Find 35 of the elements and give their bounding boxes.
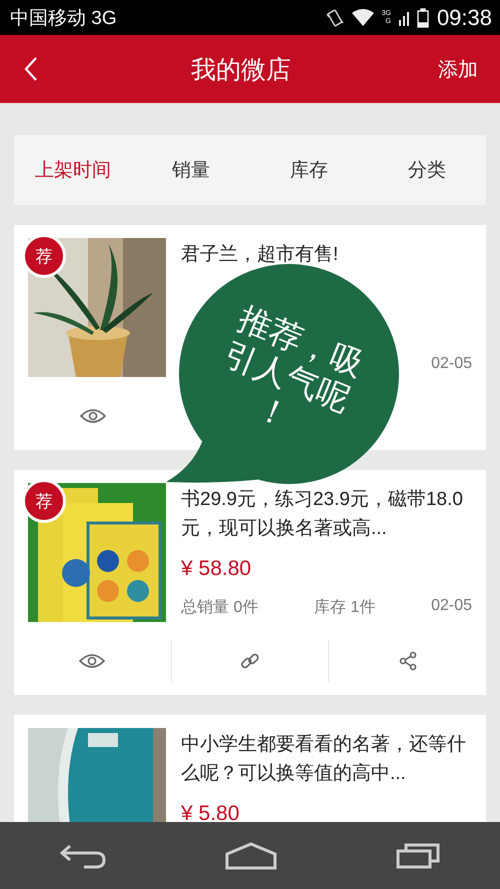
product-price: ¥ 5.80 bbox=[181, 802, 240, 822]
sort-tab[interactable]: 分类 bbox=[368, 135, 486, 205]
sort-tab[interactable]: 库存 bbox=[250, 135, 368, 205]
recommended-badge: 荐 bbox=[22, 479, 66, 523]
sort-tab[interactable]: 上架时间 bbox=[14, 135, 132, 205]
product-price: ¥ 58.80 bbox=[181, 557, 252, 581]
stock-count: 库存 1件 bbox=[314, 598, 376, 618]
battery-icon bbox=[416, 8, 429, 28]
back-nav-button[interactable] bbox=[60, 842, 106, 868]
view-button[interactable] bbox=[79, 653, 106, 669]
product-title[interactable]: 中小学生都要看看的名著，还等什么呢？可以换等值的高中... bbox=[181, 730, 472, 788]
carrier-name: 中国移动 3G bbox=[10, 6, 118, 30]
callout-text: 推荐，吸引人气呢！ bbox=[218, 298, 370, 437]
wifi-icon bbox=[352, 9, 374, 26]
sort-tab[interactable]: 销量 bbox=[132, 135, 250, 205]
view-button[interactable] bbox=[80, 408, 106, 424]
share-icon bbox=[398, 651, 417, 671]
page-title: 我的微店 bbox=[191, 54, 291, 86]
home-button[interactable] bbox=[224, 842, 277, 870]
link-icon bbox=[240, 651, 260, 671]
product-title[interactable]: 书29.9元，练习23.9元，磁带18.0元，现可以换名著或高... bbox=[181, 485, 472, 543]
listing-date: 02-05 bbox=[431, 597, 472, 616]
product-title[interactable]: 君子兰，超市有售! bbox=[181, 240, 472, 269]
vibrate-icon bbox=[326, 8, 344, 28]
recommended-badge: 荐 bbox=[22, 234, 66, 278]
eye-icon bbox=[79, 653, 106, 669]
signal-icon bbox=[398, 10, 409, 26]
eye-icon bbox=[80, 408, 106, 424]
share-button[interactable] bbox=[398, 651, 417, 671]
listing-date: 02-05 bbox=[431, 355, 472, 373]
link-button[interactable] bbox=[240, 651, 260, 671]
sales-count: 总销量 0件 bbox=[181, 598, 258, 618]
recent-apps-button[interactable] bbox=[396, 842, 440, 868]
clock-time: 09:38 bbox=[436, 4, 492, 30]
add-button[interactable]: 添加 bbox=[438, 56, 478, 82]
